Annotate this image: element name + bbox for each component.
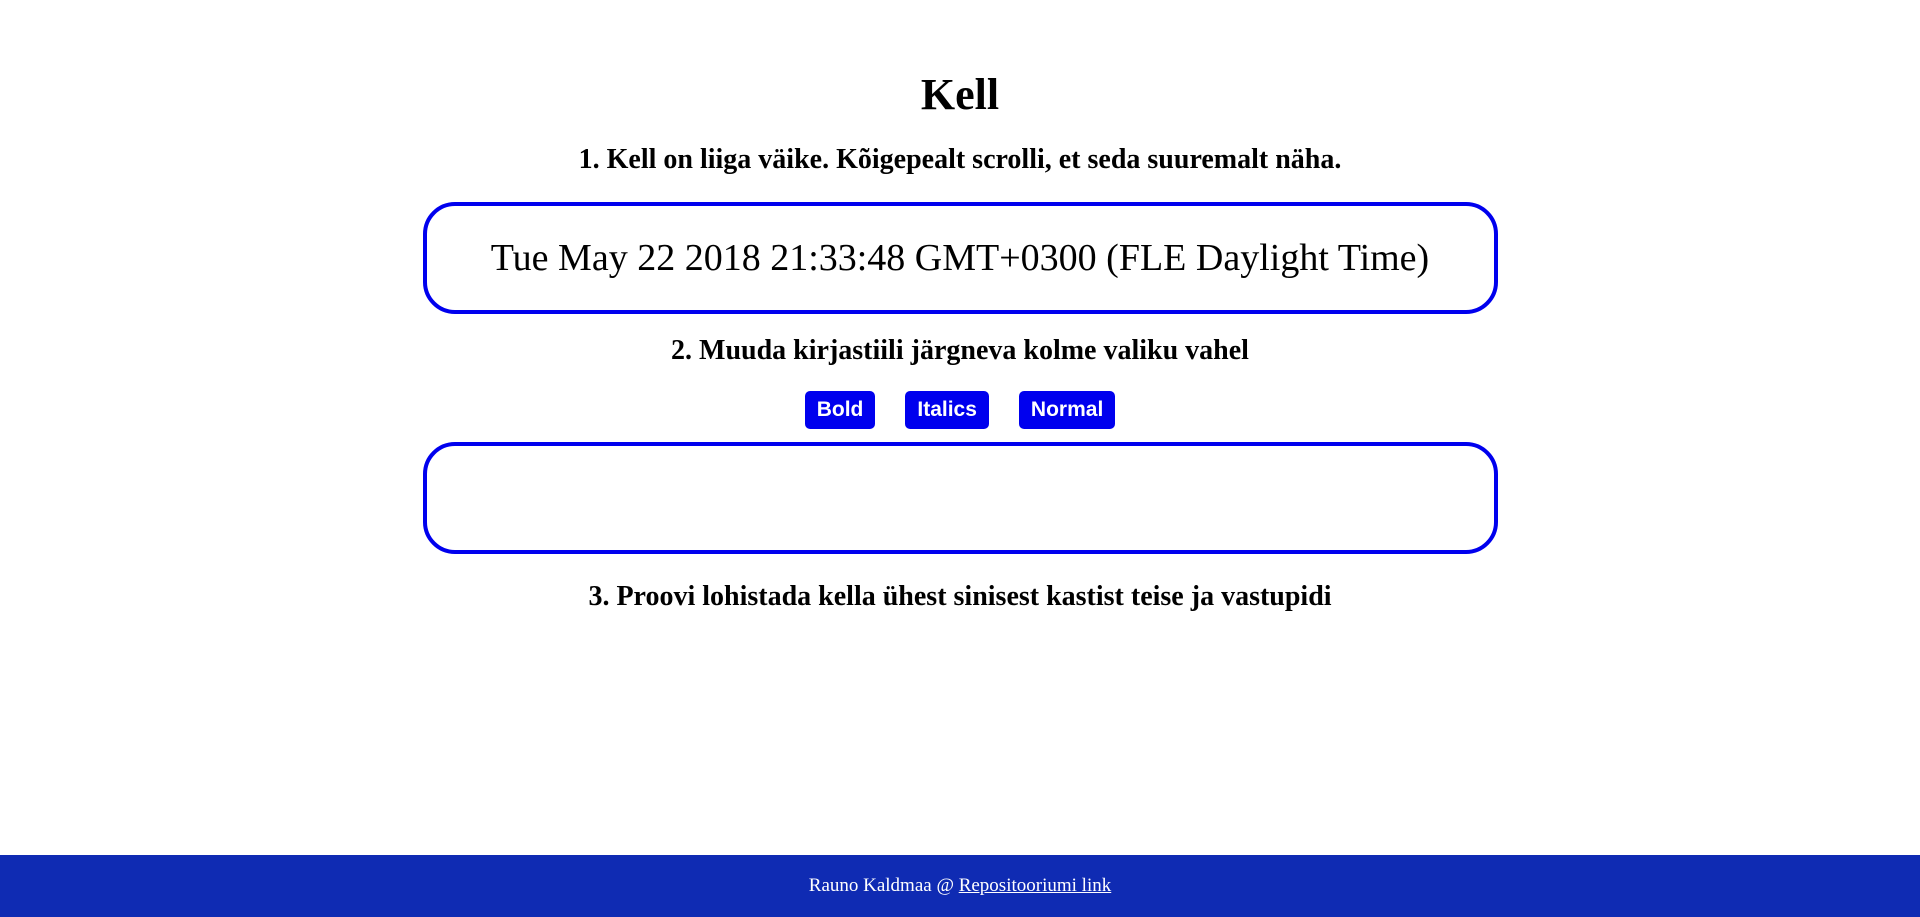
main-content: Kell 1. Kell on liiga väike. Kõigepealt … (0, 0, 1920, 614)
footer: Rauno Kaldmaa @ Repositooriumi link (0, 855, 1920, 917)
font-style-buttons: Bold Italics Normal (0, 391, 1920, 429)
repository-link[interactable]: Repositooriumi link (959, 875, 1112, 896)
step-2-instruction: 2. Muuda kirjastiili järgneva kolme vali… (671, 335, 1249, 366)
clock-display[interactable]: Tue May 22 2018 21:33:48 GMT+0300 (FLE D… (491, 236, 1429, 280)
clock-container-2[interactable] (422, 442, 1498, 554)
clock-container-1[interactable]: Tue May 22 2018 21:33:48 GMT+0300 (FLE D… (422, 202, 1498, 314)
normal-button[interactable]: Normal (1018, 391, 1116, 429)
page: Kell 1. Kell on liiga väike. Kõigepealt … (0, 0, 1920, 917)
bold-button[interactable]: Bold (804, 391, 876, 429)
footer-author: Rauno Kaldmaa @ (808, 875, 959, 896)
page-title: Kell (920, 70, 1000, 119)
step-3-instruction: 3. Proovi lohistada kella ühest sinisest… (588, 581, 1332, 612)
italics-button[interactable]: Italics (905, 391, 989, 429)
step-1-instruction: 1. Kell on liiga väike. Kõigepealt scrol… (578, 144, 1342, 175)
